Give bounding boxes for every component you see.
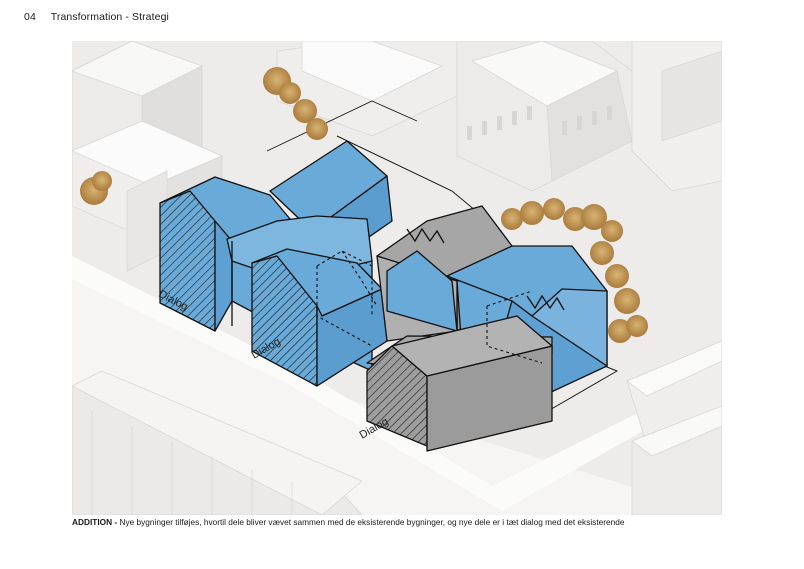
caption-lead: ADDITION - bbox=[72, 517, 118, 527]
page-title: Transformation - Strategi bbox=[50, 11, 169, 23]
figure-caption: ADDITION - Nye bygninger tilføjes, hvort… bbox=[72, 517, 732, 527]
axonometric-diagram: Dialog Dialog Dialog bbox=[72, 41, 722, 515]
page-number: 04 bbox=[24, 11, 36, 23]
page-header: 04 Transformation - Strategi bbox=[24, 11, 169, 23]
caption-text: Nye bygninger tilføjes, hvortil dele bli… bbox=[117, 517, 625, 527]
diagram-svg: Dialog Dialog Dialog bbox=[72, 41, 722, 515]
